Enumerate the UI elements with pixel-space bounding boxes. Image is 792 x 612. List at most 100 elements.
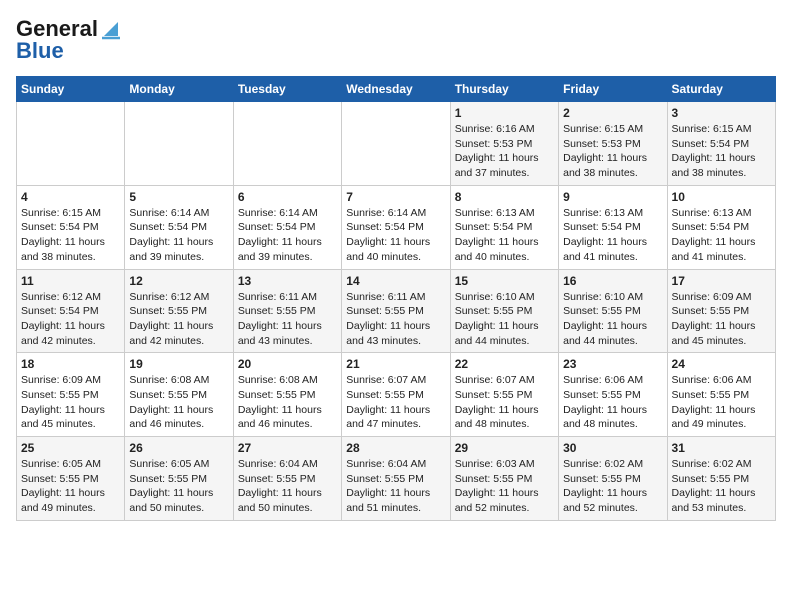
day-info-line: Sunset: 5:55 PM bbox=[346, 388, 445, 403]
day-info-line: Daylight: 11 hours and 45 minutes. bbox=[672, 319, 771, 348]
day-content: Sunrise: 6:02 AMSunset: 5:55 PMDaylight:… bbox=[672, 457, 771, 516]
day-info-line: Sunset: 5:54 PM bbox=[672, 220, 771, 235]
day-info-line: Sunset: 5:54 PM bbox=[21, 304, 120, 319]
day-number: 26 bbox=[129, 441, 228, 455]
day-number: 13 bbox=[238, 274, 337, 288]
day-content: Sunrise: 6:07 AMSunset: 5:55 PMDaylight:… bbox=[455, 373, 554, 432]
day-content: Sunrise: 6:11 AMSunset: 5:55 PMDaylight:… bbox=[346, 290, 445, 349]
page-header: General Blue bbox=[16, 16, 776, 64]
day-info-line: Sunset: 5:55 PM bbox=[455, 304, 554, 319]
calendar-cell: 26Sunrise: 6:05 AMSunset: 5:55 PMDayligh… bbox=[125, 437, 233, 521]
day-info-line: Daylight: 11 hours and 51 minutes. bbox=[346, 486, 445, 515]
day-content: Sunrise: 6:14 AMSunset: 5:54 PMDaylight:… bbox=[346, 206, 445, 265]
day-number: 23 bbox=[563, 357, 662, 371]
day-content: Sunrise: 6:13 AMSunset: 5:54 PMDaylight:… bbox=[455, 206, 554, 265]
day-number: 14 bbox=[346, 274, 445, 288]
calendar-cell: 18Sunrise: 6:09 AMSunset: 5:55 PMDayligh… bbox=[17, 353, 125, 437]
day-info-line: Sunset: 5:55 PM bbox=[21, 472, 120, 487]
day-info-line: Sunset: 5:54 PM bbox=[346, 220, 445, 235]
day-info-line: Sunrise: 6:14 AM bbox=[129, 206, 228, 221]
day-info-line: Sunrise: 6:15 AM bbox=[21, 206, 120, 221]
day-info-line: Daylight: 11 hours and 47 minutes. bbox=[346, 403, 445, 432]
calendar-cell: 25Sunrise: 6:05 AMSunset: 5:55 PMDayligh… bbox=[17, 437, 125, 521]
logo-icon bbox=[100, 18, 122, 40]
day-content: Sunrise: 6:12 AMSunset: 5:54 PMDaylight:… bbox=[21, 290, 120, 349]
calendar-cell bbox=[342, 102, 450, 186]
day-info-line: Daylight: 11 hours and 50 minutes. bbox=[129, 486, 228, 515]
calendar-cell: 21 Sunrise: 6:07 AMSunset: 5:55 PMDayligh… bbox=[342, 353, 450, 437]
calendar-cell: 30Sunrise: 6:02 AMSunset: 5:55 PMDayligh… bbox=[559, 437, 667, 521]
day-info-line: Sunrise: 6:14 AM bbox=[346, 206, 445, 221]
day-info-line: Sunset: 5:55 PM bbox=[129, 388, 228, 403]
day-info-line: Sunset: 5:53 PM bbox=[455, 137, 554, 152]
day-info-line: Sunrise: 6:05 AM bbox=[129, 457, 228, 472]
day-info-line: Sunrise: 6:15 AM bbox=[672, 122, 771, 137]
calendar-cell: 31Sunrise: 6:02 AMSunset: 5:55 PMDayligh… bbox=[667, 437, 775, 521]
calendar-cell: 2 Sunrise: 6:15 AMSunset: 5:53 PMDaylight… bbox=[559, 102, 667, 186]
day-number: 1 bbox=[455, 106, 554, 120]
calendar-cell: 9Sunrise: 6:13 AMSunset: 5:54 PMDaylight… bbox=[559, 185, 667, 269]
day-content: Sunrise: 6:10 AMSunset: 5:55 PMDaylight:… bbox=[455, 290, 554, 349]
day-info-line: Sunset: 5:55 PM bbox=[563, 472, 662, 487]
day-info-line: Sunset: 5:55 PM bbox=[672, 304, 771, 319]
day-info-line: Sunrise: 6:06 AM bbox=[563, 373, 662, 388]
day-info-line: Sunset: 5:54 PM bbox=[455, 220, 554, 235]
day-info-line: Sunset: 5:54 PM bbox=[129, 220, 228, 235]
day-number: 21 bbox=[346, 357, 445, 371]
day-info-line: Sunrise: 6:12 AM bbox=[129, 290, 228, 305]
day-info-line: Sunset: 5:54 PM bbox=[563, 220, 662, 235]
calendar-cell: 5Sunrise: 6:14 AMSunset: 5:54 PMDaylight… bbox=[125, 185, 233, 269]
day-info-line: Daylight: 11 hours and 44 minutes. bbox=[455, 319, 554, 348]
day-info-line: Sunrise: 6:12 AM bbox=[21, 290, 120, 305]
calendar-cell: 15 Sunrise: 6:10 AMSunset: 5:55 PMDayligh… bbox=[450, 269, 558, 353]
day-number: 12 bbox=[129, 274, 228, 288]
day-number: 28 bbox=[346, 441, 445, 455]
weekday-thursday: Thursday bbox=[450, 77, 558, 102]
day-content: Sunrise: 6:04 AMSunset: 5:55 PMDaylight:… bbox=[346, 457, 445, 516]
day-content: Sunrise: 6:15 AMSunset: 5:53 PMDaylight:… bbox=[563, 122, 662, 181]
day-info-line: Daylight: 11 hours and 38 minutes. bbox=[672, 151, 771, 180]
calendar-body: 1Sunrise: 6:16 AMSunset: 5:53 PMDaylight… bbox=[17, 102, 776, 521]
day-info-line: Daylight: 11 hours and 39 minutes. bbox=[238, 235, 337, 264]
day-number: 2 bbox=[563, 106, 662, 120]
week-row-4: 18Sunrise: 6:09 AMSunset: 5:55 PMDayligh… bbox=[17, 353, 776, 437]
day-info-line: Sunrise: 6:13 AM bbox=[672, 206, 771, 221]
day-number: 27 bbox=[238, 441, 337, 455]
day-info-line: Sunrise: 6:07 AM bbox=[455, 373, 554, 388]
day-number: 11 bbox=[21, 274, 120, 288]
day-info-line: Sunrise: 6:09 AM bbox=[21, 373, 120, 388]
calendar-cell: 3Sunrise: 6:15 AMSunset: 5:54 PMDaylight… bbox=[667, 102, 775, 186]
day-info-line: Sunset: 5:55 PM bbox=[238, 472, 337, 487]
day-info-line: Sunrise: 6:13 AM bbox=[563, 206, 662, 221]
day-info-line: Daylight: 11 hours and 41 minutes. bbox=[563, 235, 662, 264]
day-info-line: Daylight: 11 hours and 37 minutes. bbox=[455, 151, 554, 180]
weekday-wednesday: Wednesday bbox=[342, 77, 450, 102]
day-number: 15 bbox=[455, 274, 554, 288]
day-info-line: Daylight: 11 hours and 45 minutes. bbox=[21, 403, 120, 432]
week-row-3: 11Sunrise: 6:12 AMSunset: 5:54 PMDayligh… bbox=[17, 269, 776, 353]
calendar-cell: 12 Sunrise: 6:12 AMSunset: 5:55 PMDayligh… bbox=[125, 269, 233, 353]
day-info-line: Sunrise: 6:07 AM bbox=[346, 373, 445, 388]
calendar-cell: 29Sunrise: 6:03 AMSunset: 5:55 PMDayligh… bbox=[450, 437, 558, 521]
calendar-cell: 10Sunrise: 6:13 AMSunset: 5:54 PMDayligh… bbox=[667, 185, 775, 269]
day-content: Sunrise: 6:12 AMSunset: 5:55 PMDaylight:… bbox=[129, 290, 228, 349]
calendar-cell: 8Sunrise: 6:13 AMSunset: 5:54 PMDaylight… bbox=[450, 185, 558, 269]
day-content: Sunrise: 6:10 AMSunset: 5:55 PMDaylight:… bbox=[563, 290, 662, 349]
calendar-cell bbox=[17, 102, 125, 186]
day-info-line: Sunset: 5:55 PM bbox=[238, 388, 337, 403]
day-content: Sunrise: 6:08 AMSunset: 5:55 PMDaylight:… bbox=[238, 373, 337, 432]
day-info-line: Sunset: 5:55 PM bbox=[563, 304, 662, 319]
day-info-line: Daylight: 11 hours and 44 minutes. bbox=[563, 319, 662, 348]
day-info-line: Sunset: 5:55 PM bbox=[21, 388, 120, 403]
calendar-header: SundayMondayTuesdayWednesdayThursdayFrid… bbox=[17, 77, 776, 102]
day-info-line: Daylight: 11 hours and 49 minutes. bbox=[21, 486, 120, 515]
logo: General Blue bbox=[16, 16, 122, 64]
day-content: Sunrise: 6:05 AMSunset: 5:55 PMDaylight:… bbox=[21, 457, 120, 516]
day-info-line: Sunrise: 6:13 AM bbox=[455, 206, 554, 221]
day-info-line: Sunset: 5:55 PM bbox=[346, 304, 445, 319]
weekday-tuesday: Tuesday bbox=[233, 77, 341, 102]
day-info-line: Sunset: 5:55 PM bbox=[238, 304, 337, 319]
day-info-line: Daylight: 11 hours and 53 minutes. bbox=[672, 486, 771, 515]
day-info-line: Sunset: 5:55 PM bbox=[455, 388, 554, 403]
day-info-line: Sunset: 5:54 PM bbox=[238, 220, 337, 235]
